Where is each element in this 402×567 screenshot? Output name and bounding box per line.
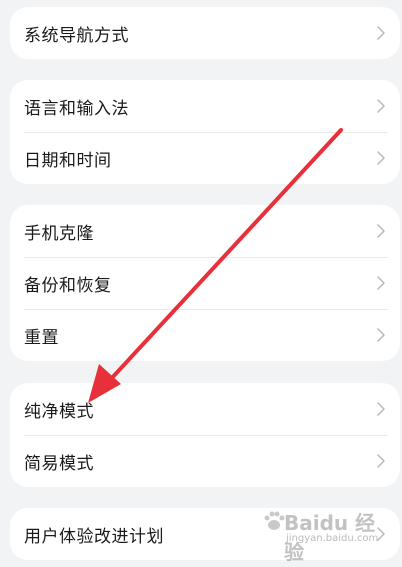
settings-item-label: 语言和输入法 xyxy=(24,98,129,119)
settings-item-system-navigation[interactable]: 系统导航方式 xyxy=(10,7,400,59)
chevron-right-icon xyxy=(376,327,386,343)
settings-item-phone-clone[interactable]: 手机克隆 xyxy=(10,205,400,257)
settings-item-backup-restore[interactable]: 备份和恢复 xyxy=(10,257,400,309)
settings-group-language-time: 语言和输入法 日期和时间 xyxy=(10,80,400,184)
settings-item-reset[interactable]: 重置 xyxy=(10,309,400,361)
settings-item-label: 重置 xyxy=(24,327,59,348)
settings-item-label: 系统导航方式 xyxy=(24,25,129,46)
settings-group-backup: 手机克隆 备份和恢复 重置 xyxy=(10,205,400,361)
settings-item-label: 备份和恢复 xyxy=(24,275,112,296)
settings-item-label: 日期和时间 xyxy=(24,150,112,171)
chevron-right-icon xyxy=(376,150,386,166)
settings-group-experience: 用户体验改进计划 xyxy=(10,508,400,560)
settings-item-label: 手机克隆 xyxy=(24,223,94,244)
chevron-right-icon xyxy=(376,401,386,417)
settings-item-simple-mode[interactable]: 简易模式 xyxy=(10,435,400,487)
settings-item-label: 简易模式 xyxy=(24,453,94,474)
settings-item-language-input[interactable]: 语言和输入法 xyxy=(10,80,400,132)
chevron-right-icon xyxy=(376,223,386,239)
settings-group-modes: 纯净模式 简易模式 xyxy=(10,383,400,487)
settings-item-label: 纯净模式 xyxy=(24,401,94,422)
settings-item-label: 用户体验改进计划 xyxy=(24,526,164,547)
chevron-right-icon xyxy=(376,453,386,469)
chevron-right-icon xyxy=(376,526,386,542)
settings-item-user-experience-program[interactable]: 用户体验改进计划 xyxy=(10,508,400,560)
settings-item-pure-mode[interactable]: 纯净模式 xyxy=(10,383,400,435)
settings-item-date-time[interactable]: 日期和时间 xyxy=(10,132,400,184)
chevron-right-icon xyxy=(376,275,386,291)
chevron-right-icon xyxy=(376,98,386,114)
settings-group-navigation: 系统导航方式 xyxy=(10,7,400,59)
chevron-right-icon xyxy=(376,25,386,41)
